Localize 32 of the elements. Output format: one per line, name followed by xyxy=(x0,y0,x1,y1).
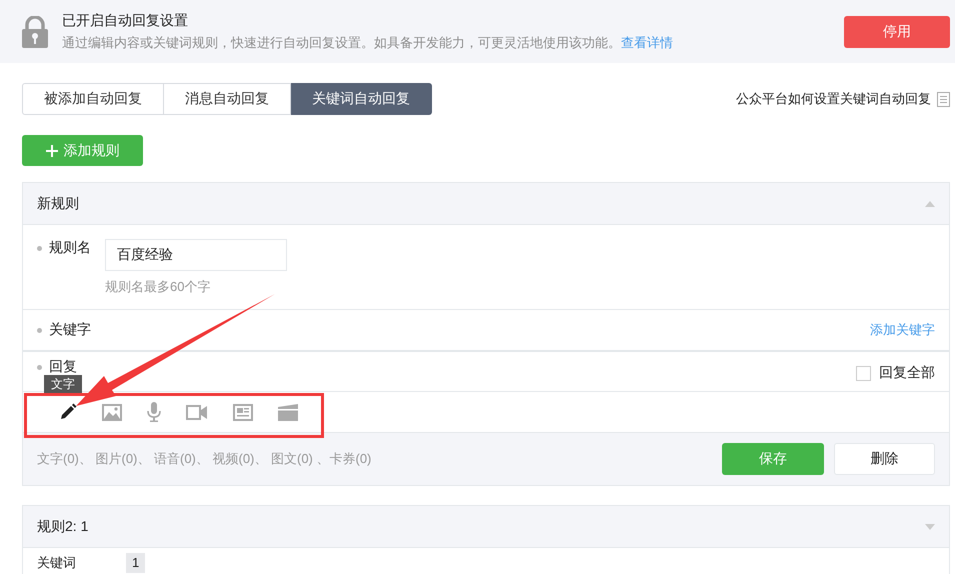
lock-icon xyxy=(22,16,48,48)
help-link[interactable]: 公众平台如何设置关键词自动回复 xyxy=(736,90,931,108)
keyword-tag: 1 xyxy=(126,553,146,573)
checkbox-label[interactable]: 回复全部 xyxy=(879,364,935,382)
document-icon xyxy=(937,92,950,106)
checkbox[interactable] xyxy=(856,366,871,380)
tooltip: 文字 xyxy=(44,375,82,393)
rule-title: 新规则 xyxy=(37,194,79,212)
delete-button[interactable]: 删除 xyxy=(834,443,935,475)
microphone-icon[interactable] xyxy=(147,402,161,422)
tab[interactable]: 关键词自动回复 xyxy=(291,83,432,115)
plus-icon xyxy=(46,144,58,156)
field-label: 规则名 xyxy=(49,239,91,257)
collapse-icon[interactable] xyxy=(925,200,935,206)
article-icon[interactable] xyxy=(233,404,253,420)
banner-description: 通过编辑内容或关键词规则，快速进行自动回复设置。如具备开发能力，可更灵活地使用该功能。查看详情 xyxy=(62,34,674,52)
video-camera-icon[interactable] xyxy=(186,404,208,420)
rule-name-field[interactable]: 百度经验 xyxy=(105,239,287,271)
card-icon[interactable] xyxy=(278,404,298,420)
pencil-icon[interactable] xyxy=(59,403,77,421)
rule-title: 规则2: 1 xyxy=(37,518,88,536)
field-hint: 规则名最多60个字 xyxy=(105,278,212,296)
field-label: 关键词 xyxy=(37,554,76,572)
image-icon[interactable] xyxy=(102,404,122,420)
field-label: 回复 xyxy=(49,358,77,376)
disable-button[interactable]: 停用 xyxy=(844,16,950,48)
field-label: 关键字 xyxy=(49,321,91,339)
reply-counts: 文字(0)、 图片(0)、 语音(0)、 视频(0)、 图文(0) 、卡券(0) xyxy=(37,450,372,468)
tab[interactable]: 消息自动回复 xyxy=(164,83,291,115)
tab[interactable]: 被添加自动回复 xyxy=(22,83,164,115)
banner-title: 已开启自动回复设置 xyxy=(62,12,189,30)
expand-icon[interactable] xyxy=(925,524,935,530)
